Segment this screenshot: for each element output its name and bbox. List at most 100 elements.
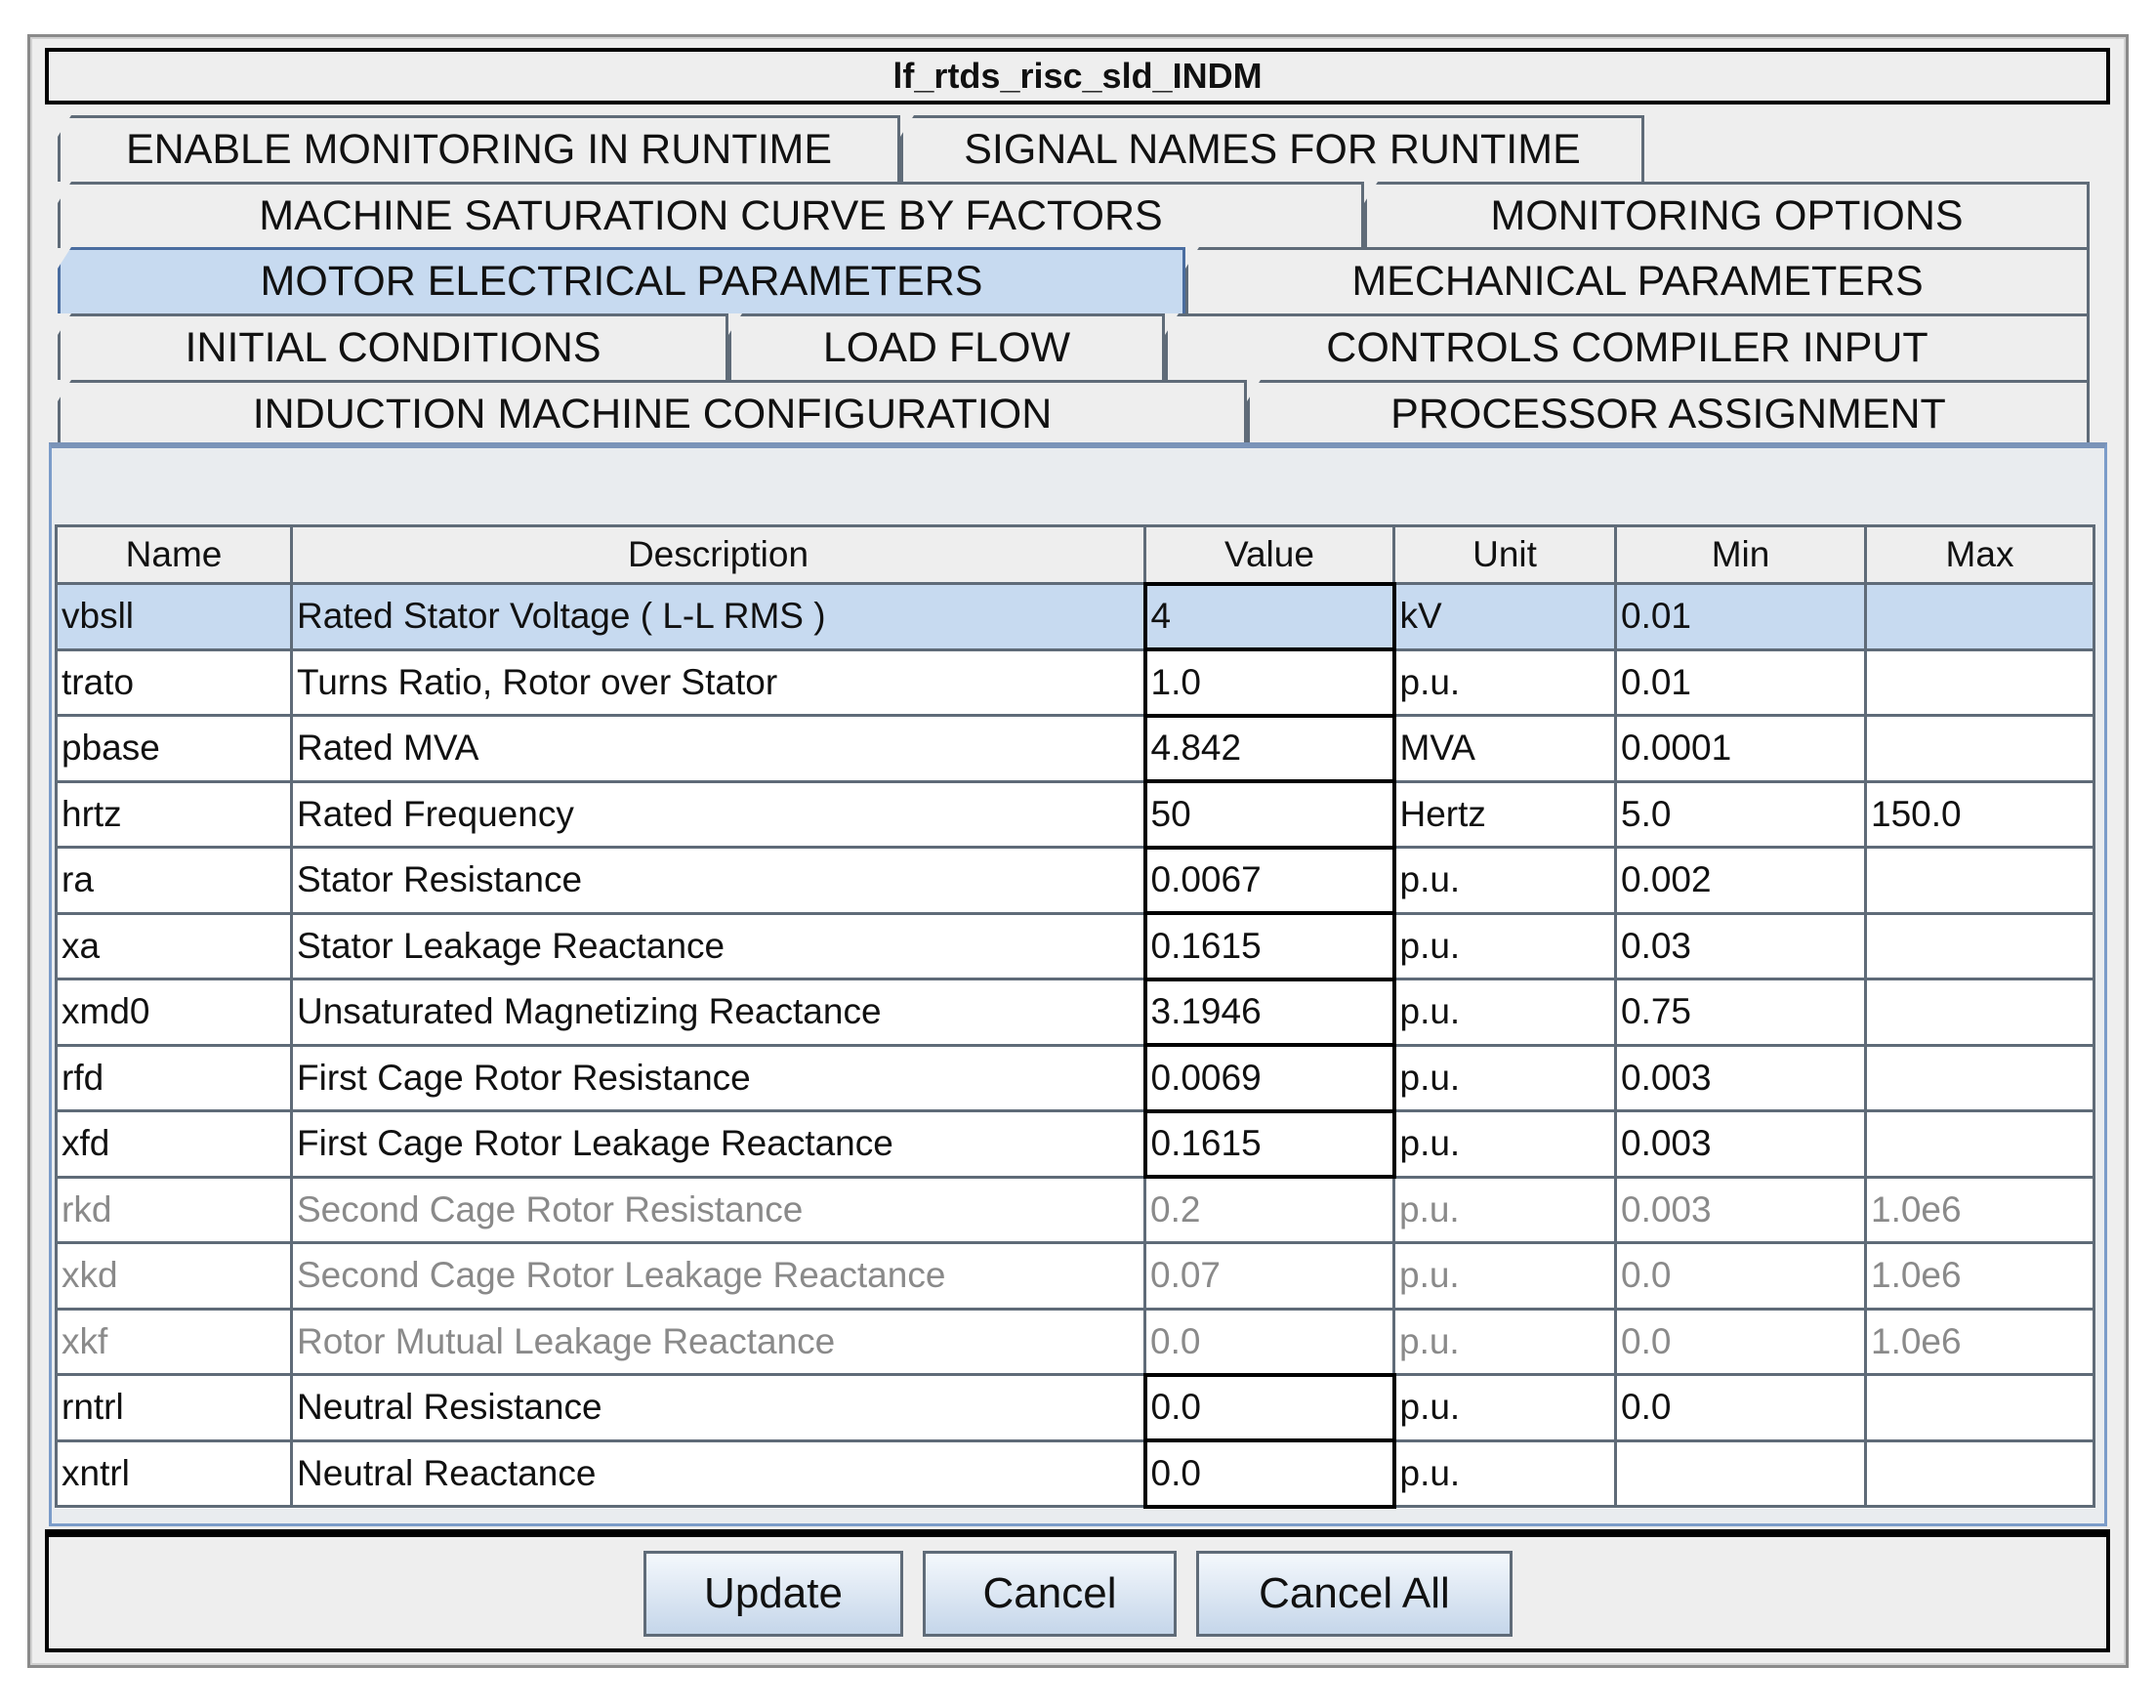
window-title-text: lf_rtds_risc_sld_INDM: [892, 56, 1263, 96]
tab-enable-monitoring[interactable]: ENABLE MONITORING IN RUNTIME: [58, 115, 900, 182]
column-header-description[interactable]: Description: [290, 524, 1146, 585]
tab-motor-electrical-parameters[interactable]: MOTOR ELECTRICAL PARAMETERS: [58, 247, 1185, 313]
tab-monitoring-options[interactable]: MONITORING OPTIONS: [1364, 182, 2090, 248]
cell-name: xntrl: [55, 1438, 293, 1508]
table-row[interactable]: xntrl Neutral Reactance 0.0 p.u.: [55, 1438, 2095, 1509]
cell-desc: Rated MVA: [290, 714, 1146, 783]
tab-induction-machine-configuration[interactable]: INDUCTION MACHINE CONFIGURATION: [58, 380, 1247, 446]
column-header-unit[interactable]: Unit: [1392, 524, 1617, 585]
table-row[interactable]: vbsll Rated Stator Voltage ( L-L RMS ) 4 kV…: [55, 581, 2095, 651]
cell-min: [1614, 1438, 1867, 1508]
cell-max: [1864, 714, 2095, 783]
parameters-table: Name Description Value Unit Min Max vbsl…: [55, 524, 2095, 1509]
cell-max: [1864, 1109, 2095, 1179]
cell-desc: Second Cage Rotor Leakage Reactance: [290, 1241, 1146, 1311]
cell-desc: Second Cage Rotor Resistance: [290, 1175, 1146, 1244]
cell-value[interactable]: 4.842: [1142, 713, 1396, 783]
cell-min: 0.003: [1614, 1175, 1867, 1244]
cell-unit: MVA: [1392, 714, 1617, 783]
cell-max: [1864, 911, 2095, 980]
cell-value[interactable]: 0.0067: [1142, 845, 1396, 915]
cell-unit: p.u.: [1392, 846, 1617, 915]
cell-unit: p.u.: [1392, 647, 1617, 717]
cell-max: [1864, 1043, 2095, 1112]
cancel-all-button[interactable]: Cancel All: [1196, 1551, 1513, 1637]
cell-max: 1.0e6: [1864, 1175, 2095, 1244]
cell-value[interactable]: 3.1946: [1142, 977, 1396, 1047]
cell-max: [1864, 978, 2095, 1047]
cell-name: xmd0: [55, 978, 293, 1047]
cell-value[interactable]: 0.0: [1142, 1372, 1396, 1442]
cell-desc: Rated Frequency: [290, 779, 1146, 849]
tab-initial-conditions[interactable]: INITIAL CONDITIONS: [58, 313, 728, 380]
cell-max: [1864, 846, 2095, 915]
tab-controls-compiler-input[interactable]: CONTROLS COMPILER INPUT: [1165, 313, 2090, 380]
cell-name: xkd: [55, 1241, 293, 1311]
tab-load-flow[interactable]: LOAD FLOW: [728, 313, 1165, 380]
table-row[interactable]: rntrl Neutral Resistance 0.0 p.u. 0.0: [55, 1372, 2095, 1442]
table-row[interactable]: xa Stator Leakage Reactance 0.1615 p.u. 0.03: [55, 911, 2095, 981]
cell-unit: p.u.: [1392, 1043, 1617, 1112]
cell-min: 0.01: [1614, 647, 1867, 717]
cell-min: 0.0: [1614, 1373, 1867, 1442]
table-row[interactable]: xmd0 Unsaturated Magnetizing Reactance 3.1…: [55, 977, 2095, 1047]
cell-max: [1864, 1438, 2095, 1508]
cell-value[interactable]: 4: [1142, 581, 1396, 651]
cell-value[interactable]: 0.1615: [1142, 911, 1396, 981]
cell-desc: Rotor Mutual Leakage Reactance: [290, 1307, 1146, 1376]
cell-value[interactable]: 50: [1142, 779, 1396, 850]
tab-processor-assignment[interactable]: PROCESSOR ASSIGNMENT: [1247, 380, 2090, 446]
cell-name: rfd: [55, 1043, 293, 1112]
column-header-name[interactable]: Name: [55, 524, 293, 585]
cell-min: 0.75: [1614, 978, 1867, 1047]
cell-value[interactable]: 0.1615: [1142, 1108, 1396, 1179]
table-row[interactable]: xkd Second Cage Rotor Leakage Reactance 0.…: [55, 1241, 2095, 1311]
cell-name: vbsll: [55, 582, 293, 651]
cell-unit: p.u.: [1392, 1109, 1617, 1179]
tab-machine-saturation[interactable]: MACHINE SATURATION CURVE BY FACTORS: [58, 182, 1364, 248]
cell-max: 1.0e6: [1864, 1307, 2095, 1376]
cell-min: 5.0: [1614, 779, 1867, 849]
cell-desc: Turns Ratio, Rotor over Stator: [290, 647, 1146, 717]
table-row[interactable]: hrtz Rated Frequency 50 Hertz 5.0 150.0: [55, 779, 2095, 850]
cell-name: trato: [55, 647, 293, 717]
tab-mechanical-parameters[interactable]: MECHANICAL PARAMETERS: [1185, 247, 2090, 313]
table-row[interactable]: xfd First Cage Rotor Leakage Reactance 0.1…: [55, 1108, 2095, 1179]
column-header-value[interactable]: Value: [1143, 524, 1395, 585]
cell-unit: p.u.: [1392, 1373, 1617, 1442]
table-row[interactable]: ra Stator Resistance 0.0067 p.u. 0.002: [55, 845, 2095, 915]
cell-min: 0.002: [1614, 846, 1867, 915]
table-row[interactable]: pbase Rated MVA 4.842 MVA 0.0001: [55, 713, 2095, 783]
cell-name: ra: [55, 846, 293, 915]
cell-value: 0.0: [1143, 1307, 1395, 1376]
update-button[interactable]: Update: [643, 1551, 903, 1637]
cell-name: pbase: [55, 714, 293, 783]
column-header-max[interactable]: Max: [1864, 524, 2095, 585]
window-title: lf_rtds_risc_sld_INDM: [45, 48, 2110, 104]
cell-name: rkd: [55, 1175, 293, 1244]
table-row[interactable]: rkd Second Cage Rotor Resistance 0.2 p.u. 0.…: [55, 1175, 2095, 1244]
table-row[interactable]: rfd First Cage Rotor Resistance 0.0069 p.u.…: [55, 1043, 2095, 1113]
column-header-min[interactable]: Min: [1614, 524, 1867, 585]
cell-desc: First Cage Rotor Leakage Reactance: [290, 1109, 1146, 1179]
cell-min: 0.0: [1614, 1307, 1867, 1376]
cell-value[interactable]: 0.0069: [1142, 1043, 1396, 1113]
cell-value[interactable]: 1.0: [1142, 647, 1396, 718]
cell-unit: p.u.: [1392, 978, 1617, 1047]
cell-name: xfd: [55, 1109, 293, 1179]
table-row[interactable]: xkf Rotor Mutual Leakage Reactance 0.0 p.u.…: [55, 1307, 2095, 1376]
cell-max: [1864, 647, 2095, 717]
table-row[interactable]: trato Turns Ratio, Rotor over Stator 1.0 p.…: [55, 647, 2095, 718]
cell-name: hrtz: [55, 779, 293, 849]
cell-max: [1864, 1373, 2095, 1442]
cell-min: 0.01: [1614, 582, 1867, 651]
cell-desc: Stator Resistance: [290, 846, 1146, 915]
cell-unit: p.u.: [1392, 1241, 1617, 1311]
cell-value[interactable]: 0.0: [1142, 1438, 1396, 1509]
cell-desc: Neutral Resistance: [290, 1373, 1146, 1442]
cell-unit: Hertz: [1392, 779, 1617, 849]
cancel-button[interactable]: Cancel: [923, 1551, 1177, 1637]
cell-name: xkf: [55, 1307, 293, 1376]
tab-signal-names[interactable]: SIGNAL NAMES FOR RUNTIME: [900, 115, 1644, 182]
cell-max: [1864, 582, 2095, 651]
